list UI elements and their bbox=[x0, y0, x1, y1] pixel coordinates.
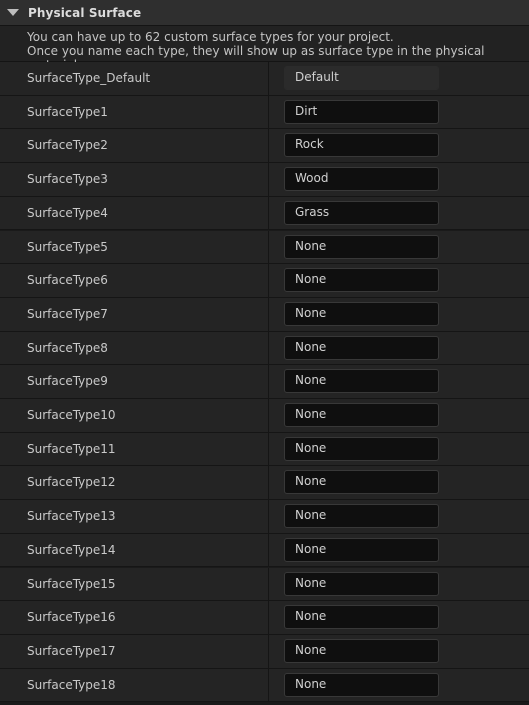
surface-type-row: SurfaceType15 None bbox=[0, 567, 529, 602]
surface-type-name-input[interactable]: None bbox=[284, 403, 439, 427]
surface-type-label: SurfaceType_Default bbox=[27, 71, 151, 85]
surface-type-row: SurfaceType16 None bbox=[0, 601, 529, 635]
surface-type-label: SurfaceType1 bbox=[27, 104, 108, 119]
surface-type-row: SurfaceType13 None bbox=[0, 500, 529, 534]
column-divider[interactable] bbox=[268, 331, 269, 365]
surface-type-label: SurfaceType10 bbox=[27, 408, 116, 422]
column-divider[interactable] bbox=[268, 634, 269, 668]
surface-type-row: SurfaceType12 None bbox=[0, 466, 529, 501]
surface-type-row: SurfaceType9 None bbox=[0, 365, 529, 399]
column-divider[interactable] bbox=[268, 567, 269, 601]
surface-type-row: SurfaceType14 None bbox=[0, 533, 529, 568]
column-divider[interactable] bbox=[268, 466, 269, 500]
column-divider[interactable] bbox=[268, 264, 269, 297]
surface-type-label: SurfaceType15 bbox=[27, 576, 116, 591]
surface-type-label: SurfaceType8 bbox=[27, 340, 108, 355]
surface-type-name-input[interactable]: None bbox=[284, 638, 439, 663]
column-divider[interactable] bbox=[268, 163, 269, 196]
column-divider[interactable] bbox=[268, 500, 269, 533]
section-header[interactable]: Physical Surface bbox=[0, 0, 529, 26]
surface-type-name-input[interactable]: None bbox=[284, 470, 439, 495]
surface-type-row: SurfaceType10 None bbox=[0, 399, 529, 433]
column-divider[interactable] bbox=[268, 601, 269, 634]
surface-type-label: SurfaceType7 bbox=[27, 306, 108, 321]
section-description: You can have up to 62 custom surface typ… bbox=[0, 26, 529, 72]
surface-type-label: SurfaceType5 bbox=[27, 239, 108, 254]
surface-type-row: SurfaceType11 None bbox=[0, 432, 529, 467]
column-divider[interactable] bbox=[268, 432, 269, 466]
surface-type-name-input[interactable]: None bbox=[284, 335, 439, 360]
surface-type-label: SurfaceType4 bbox=[27, 205, 108, 220]
surface-type-label: SurfaceType11 bbox=[27, 441, 116, 456]
surface-type-row: SurfaceType_Default Default bbox=[0, 62, 529, 96]
surface-type-row: SurfaceType4 Grass bbox=[0, 196, 529, 231]
surface-type-label: SurfaceType12 bbox=[27, 475, 116, 490]
surface-type-row: SurfaceType17 None bbox=[0, 634, 529, 669]
surface-type-row: SurfaceType8 None bbox=[0, 331, 529, 366]
column-divider[interactable] bbox=[268, 365, 269, 398]
column-divider[interactable] bbox=[268, 62, 269, 95]
surface-type-label: SurfaceType16 bbox=[27, 610, 116, 625]
surface-type-name-input[interactable]: None bbox=[284, 504, 439, 529]
chevron-down-icon[interactable] bbox=[7, 9, 19, 16]
surface-type-name-input[interactable]: Grass bbox=[284, 200, 439, 225]
surface-type-label: SurfaceType13 bbox=[27, 509, 116, 524]
surface-type-label: SurfaceType6 bbox=[27, 273, 108, 288]
column-divider[interactable] bbox=[268, 196, 269, 230]
section-title: Physical Surface bbox=[28, 5, 142, 20]
surface-type-label: SurfaceType3 bbox=[27, 172, 108, 187]
column-divider[interactable] bbox=[268, 95, 269, 129]
surface-type-name-input[interactable]: None bbox=[284, 672, 439, 697]
surface-type-row: SurfaceType5 None bbox=[0, 230, 529, 265]
column-divider[interactable] bbox=[268, 399, 269, 432]
description-line-1: You can have up to 62 custom surface typ… bbox=[27, 30, 394, 44]
surface-type-name-input[interactable]: None bbox=[284, 369, 439, 394]
column-divider[interactable] bbox=[268, 297, 269, 331]
surface-type-row: SurfaceType1 Dirt bbox=[0, 95, 529, 130]
surface-type-default-field: Default bbox=[284, 66, 439, 90]
surface-type-row: SurfaceType7 None bbox=[0, 297, 529, 332]
surface-type-name-input[interactable]: Wood bbox=[284, 167, 439, 192]
surface-type-label: SurfaceType9 bbox=[27, 374, 108, 389]
surface-type-row: SurfaceType2 Rock bbox=[0, 129, 529, 164]
surface-type-row: SurfaceType6 None bbox=[0, 264, 529, 298]
surface-type-name-input[interactable]: Dirt bbox=[284, 99, 439, 124]
surface-type-name-input[interactable]: None bbox=[284, 268, 439, 293]
column-divider[interactable] bbox=[268, 668, 269, 702]
surface-type-label: SurfaceType14 bbox=[27, 542, 116, 557]
physical-surface-panel: Physical Surface You can have up to 62 c… bbox=[0, 0, 529, 705]
surface-type-label: SurfaceType18 bbox=[27, 677, 116, 692]
surface-type-name-input[interactable]: None bbox=[284, 436, 439, 461]
surface-type-label: SurfaceType2 bbox=[27, 138, 108, 153]
surface-type-name-input[interactable]: None bbox=[284, 537, 439, 562]
surface-type-name-input[interactable]: None bbox=[284, 301, 439, 326]
column-divider[interactable] bbox=[268, 230, 269, 264]
surface-type-row: SurfaceType18 None bbox=[0, 668, 529, 703]
surface-type-label: SurfaceType17 bbox=[27, 643, 116, 658]
surface-type-name-input[interactable]: Rock bbox=[284, 133, 439, 158]
surface-type-name-input[interactable]: None bbox=[284, 605, 439, 630]
column-divider[interactable] bbox=[268, 533, 269, 567]
surface-type-name-input[interactable]: None bbox=[284, 234, 439, 259]
surface-type-name-input[interactable]: None bbox=[284, 571, 439, 596]
surface-type-row: SurfaceType3 Wood bbox=[0, 163, 529, 197]
column-divider[interactable] bbox=[268, 129, 269, 163]
